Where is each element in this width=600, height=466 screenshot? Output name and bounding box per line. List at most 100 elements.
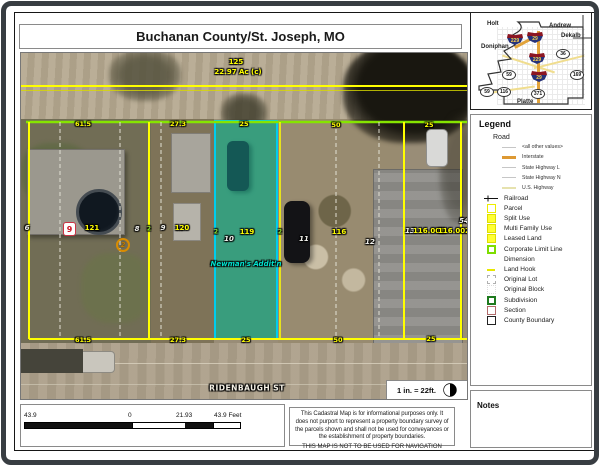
line-tick-label: 2 (278, 229, 282, 236)
scale-ratio-text: 1 in. = 22ft. (397, 386, 436, 395)
road-other-line-icon (501, 147, 517, 148)
legend-item-all-other-values: <all other values> (479, 142, 587, 152)
map-title-bar: Buchanan County/St. Joseph, MO (19, 24, 462, 49)
street-name-label: RIDENBAUGH ST (209, 384, 285, 393)
legend-item-leased-land: Leased Land (479, 234, 587, 244)
legend-item-multi-family-use: Multi Family Use (479, 224, 587, 234)
legend-item-state-highway-l: State Highway L (479, 163, 587, 173)
scalebar-segment (25, 423, 132, 428)
legend-item-railroad: Railroad (479, 193, 587, 203)
legend-item-interstate: Interstate (479, 152, 587, 162)
legend-item-subdivision: Subdivision (479, 295, 587, 305)
parcel-number-label: 116 (332, 228, 347, 236)
legend-title: Legend (479, 119, 587, 129)
legend-item-parcel: Parcel (479, 203, 587, 213)
county-label-dekalb: Dekalb (561, 33, 581, 39)
line-tick-label: 2 (147, 226, 151, 233)
dimension-label: 27.3 (170, 336, 186, 344)
legend-item-section: Section (479, 305, 587, 315)
orange-point-label: 2 (121, 241, 126, 249)
parcel-swatch-icon (483, 204, 499, 213)
lot-number-label: 9 (161, 224, 166, 232)
dimension-label: 25 (426, 335, 435, 343)
legend-item-state-highway-n: State Highway N (479, 173, 587, 183)
legend-item-dimension: Dimension (479, 254, 587, 264)
dimension-label: 61.5 (75, 120, 91, 128)
lot-number-label: 11 (299, 235, 309, 243)
us-36-shield: 36 (556, 49, 570, 59)
railroad-line-icon (483, 195, 499, 202)
lot-number-label: 8 (135, 225, 140, 233)
parcel-acreage-label: 22.97 Ac (c) (214, 68, 261, 76)
original-lot-swatch-icon (483, 275, 499, 284)
subdivision-swatch-icon (483, 296, 499, 305)
parcel-number-label: 120 (175, 224, 190, 232)
land-hook-swatch-icon (483, 269, 499, 271)
county-boundary-swatch-icon (483, 316, 499, 325)
lot-number-label: 12 (365, 238, 375, 246)
disclaimer-panel: This Cadastral Map is for informational … (289, 407, 455, 446)
locator-map[interactable]: Holt Andrew Dekalb Doniphan Platte 229 2… (470, 12, 592, 110)
orange-circle-marker: 2 (116, 238, 130, 252)
county-label-platte: Platte (517, 99, 533, 105)
us-116-shield: 116 (497, 87, 511, 97)
scalebar-label-mid: 21.93 (176, 412, 192, 419)
legend-item-land-hook: Land Hook (479, 264, 587, 274)
dimension-label: 25 (424, 121, 433, 129)
legend-item-split-use: Split Use (479, 214, 587, 224)
notes-title: Notes (477, 401, 499, 410)
red-point-label: 9 (67, 225, 73, 234)
leased-land-swatch-icon (483, 234, 499, 243)
county-label-holt: Holt (487, 21, 499, 27)
disclaimer-text: This Cadastral Map is for informational … (294, 411, 450, 442)
line-tick-label: 2 (214, 229, 218, 236)
multi-family-swatch-icon (483, 224, 499, 233)
scalebar-panel: 43.9 0 21.93 43.9 Feet (20, 404, 285, 447)
parcel-number-label: 121 (85, 224, 100, 232)
scalebar-segment (213, 423, 240, 428)
legend-item-us-highway: U.S. Highway (479, 183, 587, 193)
page-title: Buchanan County/St. Joseph, MO (136, 29, 345, 44)
state-highway-line-icon (501, 177, 517, 178)
red-point-marker: 9 (63, 222, 76, 236)
corporate-limit-swatch-icon (483, 245, 499, 254)
notes-panel: Notes (470, 390, 592, 448)
dimension-label: 61.5 (75, 336, 91, 344)
us-highway-line-icon (501, 187, 517, 189)
section-swatch-icon (483, 306, 499, 315)
scalebar-segment (132, 423, 185, 428)
scalebar-label-zero: 0 (128, 412, 132, 419)
parcel-number-label: 125 (229, 58, 244, 66)
map-viewport[interactable]: 125 22.97 Ac (c) 61.5 27.3 25 50 25 61.5… (20, 52, 468, 400)
legend-group-road: Road (479, 132, 587, 142)
legend-item-corporate-limit-line: Corporate Limit Line (479, 244, 587, 254)
cadastral-map-page: Buchanan County/St. Joseph, MO (0, 0, 600, 466)
parcel-number-label: 119 (240, 228, 255, 236)
us-169-shield: 169 (570, 70, 584, 80)
legend-group-label: Road (493, 134, 510, 141)
dimension-label: 50 (333, 336, 342, 344)
legend-item-original-lot: Original Lot (479, 275, 587, 285)
disclaimer-warning: THIS MAP IS NOT TO BE USED FOR NAVIGATIO… (294, 444, 450, 450)
interstate-line-icon (501, 156, 517, 159)
original-block-swatch-icon (483, 285, 499, 294)
dimension-label: 25 (241, 336, 250, 344)
dimension-label: 27.3 (170, 120, 186, 128)
lot-number-label: 10 (224, 235, 234, 243)
subdivision-label: Newman's Addit'n (211, 260, 282, 268)
county-label-doniphan: Doniphan (481, 44, 509, 50)
dimension-label: 50 (331, 121, 340, 129)
us-59-shield: 59 (480, 87, 494, 97)
north-arrow-icon (443, 383, 457, 397)
lot-number-label: 54 (459, 217, 468, 225)
scalebar-label-right: 43.9 Feet (214, 412, 241, 419)
scalebar-graphic (24, 422, 241, 429)
county-label-andrew: Andrew (549, 23, 571, 29)
legend-panel: Legend Road <all other values> Interstat… (470, 114, 592, 386)
us-59-shield: 59 (502, 70, 516, 80)
split-use-swatch-icon (483, 214, 499, 223)
legend-item-original-block: Original Block (479, 285, 587, 295)
parcel-number-label: 116.002 (438, 227, 468, 235)
scalebar-segment (185, 423, 213, 428)
scalebar-label-left: 43.9 (24, 412, 37, 419)
